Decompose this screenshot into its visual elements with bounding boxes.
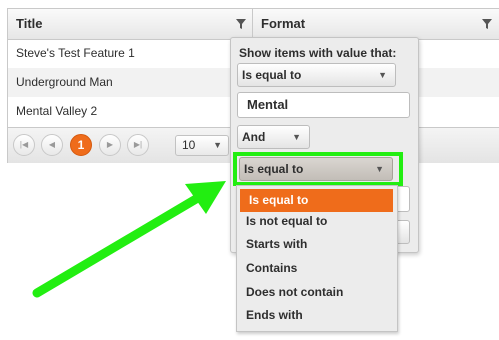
caret-down-icon: ▼ xyxy=(378,70,387,80)
current-page-button[interactable]: 1 xyxy=(70,134,92,156)
operator-select-2[interactable]: Is equal to ▼ xyxy=(239,157,393,181)
next-page-button[interactable]: ▶ xyxy=(99,134,121,156)
first-page-button[interactable]: |◀ xyxy=(13,134,35,156)
cell-title: Steve's Test Feature 1 xyxy=(16,46,135,60)
page-size-value: 10 xyxy=(182,138,196,152)
filter-heading: Show items with value that: xyxy=(239,46,397,60)
column-format-label: Format xyxy=(261,16,306,31)
first-page-icon: |◀ xyxy=(19,140,29,149)
current-page-number: 1 xyxy=(77,138,85,152)
column-header-format[interactable]: Format xyxy=(253,9,499,39)
page-size-select[interactable]: 10 ▼ xyxy=(175,135,229,156)
operator-2-value: Is equal to xyxy=(244,162,304,176)
previous-page-button[interactable]: ◀ xyxy=(41,134,63,156)
filter-icon[interactable] xyxy=(481,18,493,30)
caret-down-icon: ▼ xyxy=(292,132,301,142)
operator-option[interactable]: Does not contain xyxy=(237,281,397,304)
next-page-icon: ▶ xyxy=(106,140,114,149)
highlight-box: Is equal to ▼ xyxy=(233,152,403,186)
previous-page-icon: ◀ xyxy=(48,140,56,149)
last-page-button[interactable]: ▶| xyxy=(127,134,149,156)
logic-select[interactable]: And ▼ xyxy=(237,125,310,149)
operator-dropdown-list: Is equal to Is not equal to Starts with … xyxy=(236,185,398,332)
logic-value: And xyxy=(242,130,266,144)
cell-title: Underground Man xyxy=(16,75,113,89)
operator-option[interactable]: Is not equal to xyxy=(237,210,397,233)
filter-value-text: Mental xyxy=(247,97,289,112)
grid-header: Title Format xyxy=(8,9,499,40)
operator-1-value: Is equal to xyxy=(242,68,302,82)
operator-option[interactable]: Contains xyxy=(237,257,397,280)
caret-down-icon: ▼ xyxy=(213,140,222,150)
filter-value-input[interactable]: Mental xyxy=(237,92,410,118)
cell-title: Mental Valley 2 xyxy=(16,104,98,118)
operator-option[interactable]: Starts with xyxy=(237,233,397,256)
filter-icon[interactable] xyxy=(235,18,247,30)
operator-option[interactable]: Ends with xyxy=(237,304,397,327)
caret-down-icon: ▼ xyxy=(375,164,384,174)
operator-option[interactable]: Is equal to xyxy=(240,189,393,212)
operator-select-1[interactable]: Is equal to ▼ xyxy=(237,63,396,87)
column-title-label: Title xyxy=(16,16,43,31)
last-page-icon: ▶| xyxy=(133,140,143,149)
column-header-title[interactable]: Title xyxy=(8,9,253,39)
